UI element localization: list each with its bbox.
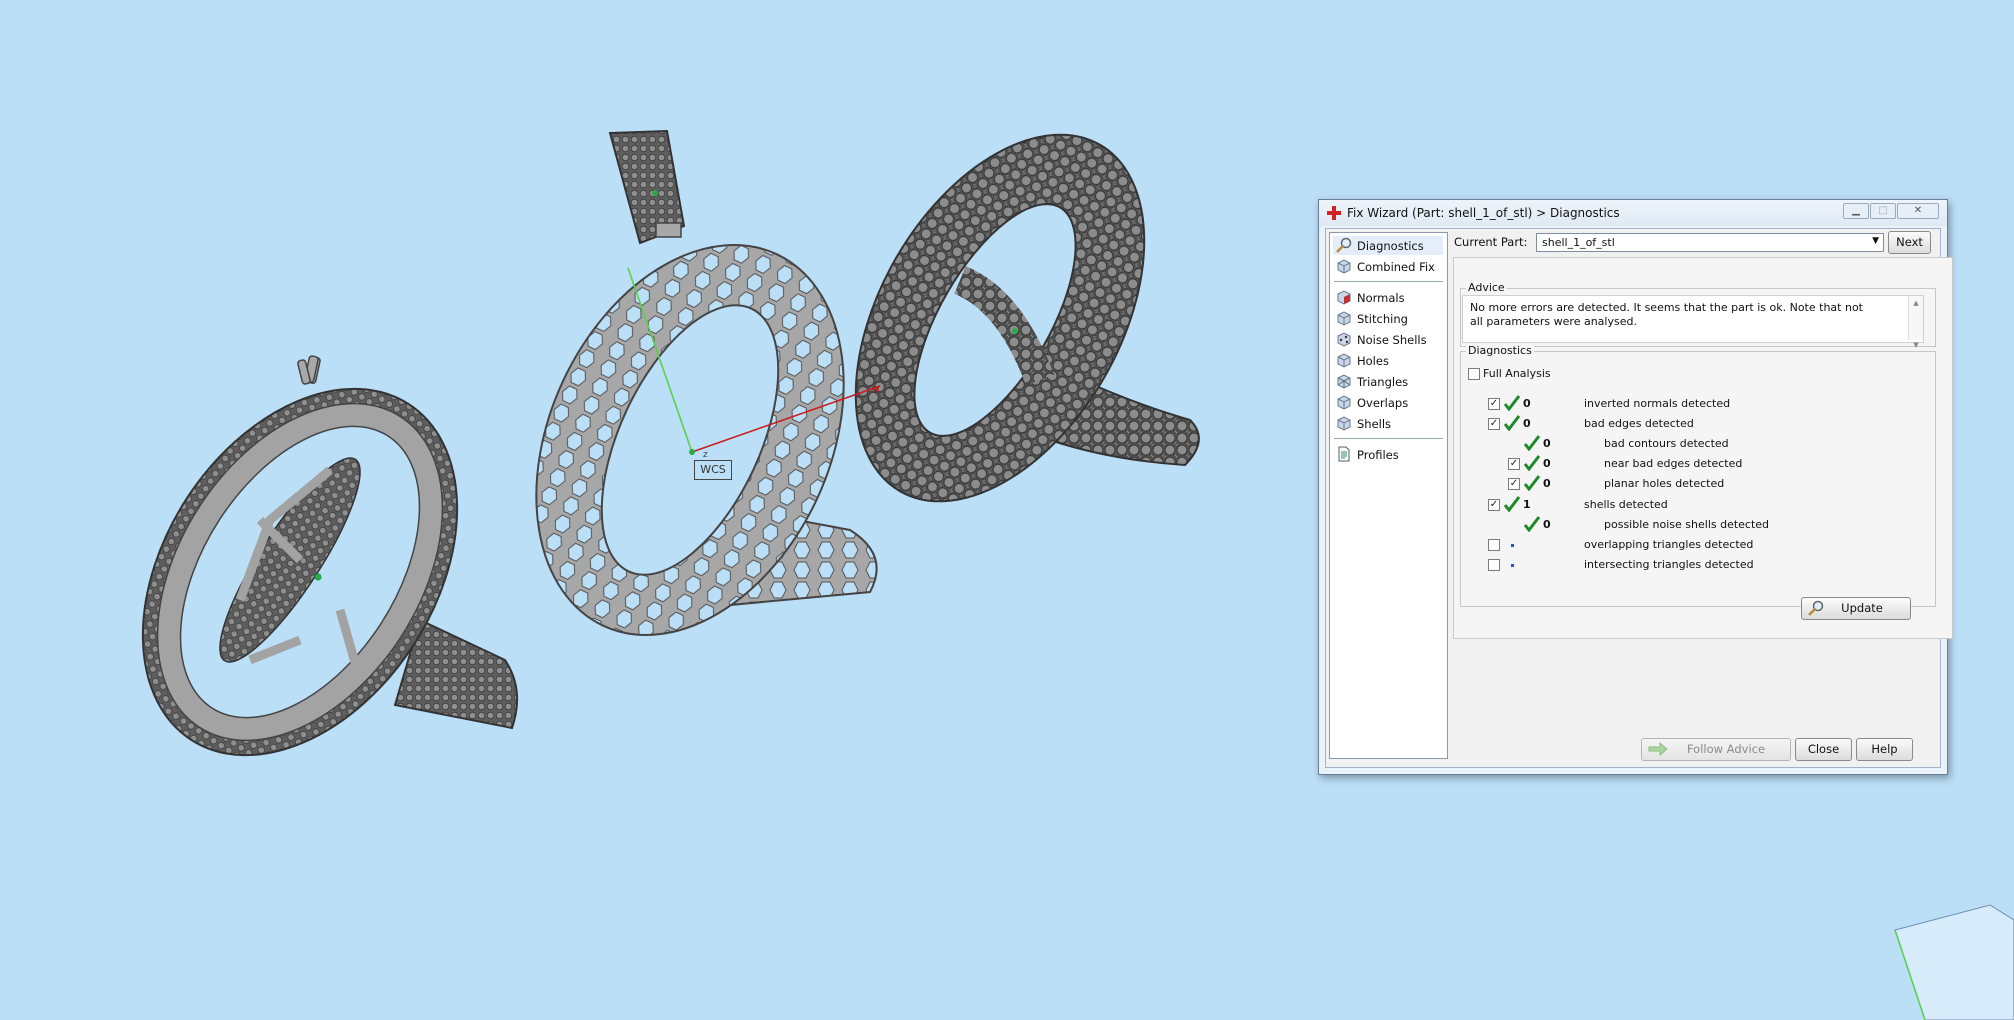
check-icon: [1524, 475, 1540, 491]
dialog-titlebar[interactable]: Fix Wizard (Part: shell_1_of_stl) > Diag…: [1319, 200, 1947, 226]
current-part-select[interactable]: shell_1_of_stl ▼: [1536, 233, 1884, 252]
advice-scrollbar[interactable]: ▲ ▼: [1908, 296, 1923, 349]
model-q-pave[interactable]: [796, 85, 1204, 551]
triangles-cube-icon: [1337, 374, 1351, 389]
pending-dot-icon: [1511, 544, 1514, 547]
diagnostic-label: overlapping triangles detected: [1584, 538, 1754, 551]
diagnostic-checkbox[interactable]: ✓: [1488, 398, 1500, 410]
diagnostic-count: 1: [1523, 498, 1531, 511]
diagnostics-title: Diagnostics: [1466, 344, 1534, 357]
nav-separator: [1334, 438, 1443, 439]
diagnostic-count: 0: [1523, 397, 1531, 410]
stitching-cube-icon: [1337, 311, 1351, 326]
nav-separator: [1334, 281, 1443, 282]
noise-shells-icon: [1337, 332, 1351, 347]
axis-x-label: x: [874, 382, 881, 395]
axis-z-label: z: [703, 450, 708, 460]
diagnostic-checkbox[interactable]: ✓: [1488, 418, 1500, 430]
normals-cube-icon: [1337, 290, 1351, 305]
diagnostic-label: near bad edges detected: [1604, 457, 1743, 470]
nav-item-profiles[interactable]: Profiles: [1333, 445, 1443, 464]
cube-icon: [1337, 259, 1351, 274]
check-icon: [1504, 395, 1520, 411]
nav-item-diagnostics[interactable]: Diagnostics: [1333, 236, 1443, 255]
diagnostic-checkbox[interactable]: ✓: [1508, 458, 1520, 470]
pending-dot-icon: [1511, 564, 1514, 567]
diagnostic-count: 0: [1543, 457, 1551, 470]
diagnostic-label: bad contours detected: [1604, 437, 1729, 450]
nav-item-noise-shells[interactable]: Noise Shells: [1333, 330, 1443, 349]
diagnostic-label: bad edges detected: [1584, 417, 1694, 430]
advice-title: Advice: [1466, 281, 1507, 294]
diagnostic-checkbox[interactable]: ✓: [1488, 499, 1500, 511]
red-cross-icon: [1327, 206, 1341, 220]
close-button[interactable]: Close: [1795, 738, 1852, 761]
diagnostic-checkbox[interactable]: ✓: [1508, 478, 1520, 490]
chevron-down-icon: ▼: [1872, 236, 1879, 246]
full-analysis-checkbox[interactable]: [1468, 368, 1480, 380]
maximize-icon[interactable]: □: [1870, 203, 1896, 219]
update-button[interactable]: Update: [1801, 597, 1911, 620]
dialog-body: Diagnostics Combined Fix Normals Stitchi…: [1325, 228, 1953, 768]
diagnostic-count: 0: [1543, 477, 1551, 490]
diagnostic-count: 0: [1543, 518, 1551, 531]
nav-item-stitching[interactable]: Stitching: [1333, 309, 1443, 328]
overlaps-cube-icon: [1337, 395, 1351, 410]
diagnostic-label: inverted normals detected: [1584, 397, 1731, 410]
shells-cube-icon: [1337, 416, 1351, 431]
diagnostic-checkbox[interactable]: [1488, 539, 1500, 551]
advice-text-box: No more errors are detected. It seems th…: [1462, 295, 1924, 349]
diagnostic-label: planar holes detected: [1604, 477, 1725, 490]
nav-item-combined-fix[interactable]: Combined Fix: [1333, 257, 1443, 276]
fix-wizard-dialog: Fix Wizard (Part: shell_1_of_stl) > Diag…: [1318, 199, 1953, 775]
diagnostic-count: 0: [1543, 437, 1551, 450]
model-q-honeycomb[interactable]: [476, 129, 903, 685]
nav-item-shells[interactable]: Shells: [1333, 414, 1443, 433]
holes-cube-icon: [1337, 353, 1351, 368]
help-button[interactable]: Help: [1856, 738, 1913, 761]
check-icon: [1524, 455, 1540, 471]
minimize-icon[interactable]: ▁: [1843, 203, 1869, 219]
check-icon: [1524, 516, 1540, 532]
diagnostic-checkbox[interactable]: [1488, 559, 1500, 571]
check-icon: [1504, 415, 1520, 431]
diagnostic-label: shells detected: [1584, 498, 1668, 511]
dialog-title: Fix Wizard (Part: shell_1_of_stl) > Diag…: [1347, 206, 1620, 220]
document-icon: [1338, 446, 1350, 462]
diagnostic-label: possible noise shells detected: [1604, 518, 1770, 531]
wcs-label: WCS: [694, 460, 732, 480]
wizard-nav: Diagnostics Combined Fix Normals Stitchi…: [1329, 232, 1448, 759]
magnifier-icon: [1336, 237, 1352, 253]
full-analysis-label: Full Analysis: [1483, 367, 1551, 380]
check-icon: [1524, 435, 1540, 451]
follow-advice-button[interactable]: Follow Advice: [1641, 738, 1791, 761]
current-part-label: Current Part:: [1454, 235, 1528, 249]
model-q-frame[interactable]: [78, 331, 522, 814]
diagnostic-label: intersecting triangles detected: [1584, 558, 1754, 571]
next-button[interactable]: Next: [1888, 231, 1931, 254]
close-window-icon[interactable]: ✕: [1897, 203, 1939, 219]
nav-item-triangles[interactable]: Triangles: [1333, 372, 1443, 391]
check-icon: [1504, 496, 1520, 512]
nav-item-normals[interactable]: Normals: [1333, 288, 1443, 307]
nav-item-overlaps[interactable]: Overlaps: [1333, 393, 1443, 412]
view-cube[interactable]: [1894, 904, 2014, 1020]
diagnostic-count: 0: [1523, 417, 1531, 430]
nav-item-holes[interactable]: Holes: [1333, 351, 1443, 370]
advice-text: No more errors are detected. It seems th…: [1470, 301, 1863, 328]
